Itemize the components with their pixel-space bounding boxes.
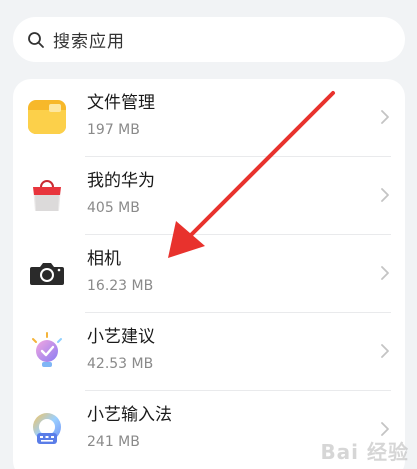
- keyboard-icon: [27, 409, 67, 449]
- bulb-check-icon: [27, 331, 67, 371]
- app-size: 42.53 MB: [87, 356, 154, 372]
- list-item-camera[interactable]: 相机 16.23 MB: [13, 235, 405, 313]
- chevron-right-icon: [381, 266, 389, 280]
- app-list: 文件管理 197 MB 我的华为 405 MB 相机 16.23 MB 小艺建议…: [13, 79, 405, 469]
- app-size: 16.23 MB: [87, 278, 154, 294]
- list-item-myhuawei[interactable]: 我的华为 405 MB: [13, 157, 405, 235]
- list-item-xiaoyi-suggestions[interactable]: 小艺建议 42.53 MB: [13, 313, 405, 391]
- folder-icon: [27, 97, 67, 137]
- search-icon: [28, 31, 44, 48]
- app-size: 241 MB: [87, 434, 140, 450]
- chevron-right-icon: [381, 188, 389, 202]
- app-size: 405 MB: [87, 200, 140, 216]
- app-size: 197 MB: [87, 122, 140, 138]
- camera-icon: [27, 253, 67, 293]
- chevron-right-icon: [381, 344, 389, 358]
- list-item-files[interactable]: 文件管理 197 MB: [13, 79, 405, 157]
- huawei-bag-icon: [27, 175, 67, 215]
- watermark: Bai 经验: [320, 440, 409, 464]
- chevron-right-icon: [381, 110, 389, 124]
- search-bar[interactable]: 搜索应用: [13, 17, 405, 62]
- app-name: 相机: [87, 249, 121, 269]
- app-name: 文件管理: [87, 93, 155, 113]
- app-name: 小艺输入法: [87, 405, 172, 425]
- app-name: 我的华为: [87, 171, 155, 191]
- search-placeholder: 搜索应用: [53, 32, 125, 52]
- app-storage-screen: 搜索应用 文件管理 197 MB 我的华为 405 MB 相机 16.23 MB…: [0, 0, 417, 469]
- app-name: 小艺建议: [87, 327, 155, 347]
